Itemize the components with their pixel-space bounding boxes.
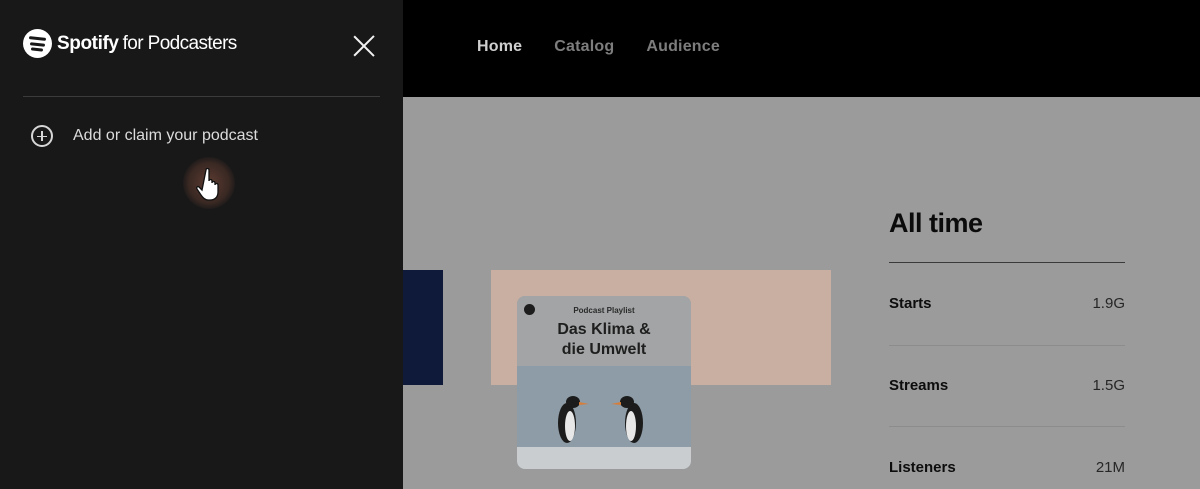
show-card-partial	[403, 270, 443, 385]
ice-floe	[517, 447, 691, 469]
podcast-playlist-cover[interactable]: Podcast Playlist Das Klima & die Umwelt	[517, 296, 691, 469]
stat-row-streams: Streams 1.5G	[889, 377, 1125, 397]
nav-audience[interactable]: Audience	[646, 38, 720, 56]
side-drawer: Spotify for Podcasters Add or claim your…	[0, 0, 403, 489]
stats-rule	[889, 262, 1125, 263]
nav-home[interactable]: Home	[477, 38, 522, 56]
cover-kicker: Podcast Playlist	[573, 306, 635, 315]
stat-divider	[889, 426, 1125, 427]
all-time-stats: All time Starts 1.9G Streams 1.5G Listen…	[889, 208, 1125, 476]
add-podcast-label: Add or claim your podcast	[73, 127, 258, 144]
stat-value: 21M	[1095, 459, 1125, 476]
hand-cursor-icon	[196, 167, 219, 201]
drawer-divider	[23, 96, 380, 97]
click-indicator	[183, 157, 235, 209]
stat-value: 1.9G	[1092, 295, 1125, 312]
spotify-logo-icon	[23, 29, 52, 58]
main-nav: Home Catalog Audience	[477, 38, 720, 56]
brand-logo[interactable]: Spotify for Podcasters	[23, 29, 237, 58]
stat-label: Listeners	[889, 459, 956, 476]
stat-divider	[889, 345, 1125, 346]
stat-label: Starts	[889, 295, 932, 312]
add-or-claim-podcast-button[interactable]: Add or claim your podcast	[31, 125, 258, 147]
close-icon[interactable]	[349, 31, 379, 61]
cover-title-line2: die Umwelt	[561, 341, 647, 358]
nav-catalog[interactable]: Catalog	[554, 38, 614, 56]
cover-title-line1: Das Klima &	[557, 321, 651, 338]
cover-title: Das Klima & die Umwelt	[517, 320, 691, 360]
stat-label: Streams	[889, 377, 949, 394]
stat-row-starts: Starts 1.9G	[889, 295, 1125, 315]
stat-row-listeners: Listeners 21M	[889, 459, 1125, 479]
plus-circle-icon	[31, 125, 53, 147]
brand-suffix: for Podcasters	[122, 32, 238, 54]
stats-title: All time	[889, 208, 983, 238]
brand-name: Spotify	[57, 32, 119, 54]
stat-value: 1.5G	[1092, 377, 1125, 394]
